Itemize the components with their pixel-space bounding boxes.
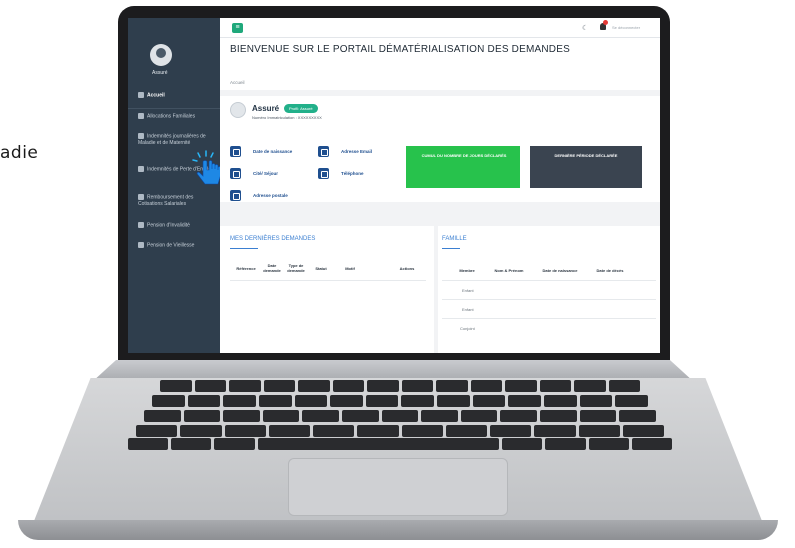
sidebar: Assuré Accueil Allocations Familiales In… xyxy=(128,18,222,353)
table-divider xyxy=(442,280,656,281)
table-divider xyxy=(230,280,426,281)
sidebar-item-label: Remboursement des Cotisations Salariales xyxy=(138,194,194,208)
stat-card-period-label: DERNIÈRE PÉRIODE DÉCLARÉE xyxy=(554,153,618,158)
phone-field: Téléphone xyxy=(341,171,364,176)
home-icon xyxy=(138,92,144,98)
famille-underline xyxy=(442,248,460,249)
trackpad xyxy=(288,458,508,516)
sidebar-item-allocations[interactable]: Allocations Familiales xyxy=(138,113,218,120)
sidebar-item-label: Pension d'Invalidité xyxy=(147,222,190,229)
column-header[interactable]: Nom & Prénom xyxy=(490,268,528,273)
postal-address-field: Adresse postale xyxy=(253,193,288,198)
demandes-card xyxy=(220,226,434,353)
column-header[interactable]: Type de demande xyxy=(284,263,308,273)
screen: Assuré Accueil Allocations Familiales In… xyxy=(128,18,660,353)
sidebar-item-remboursement[interactable]: Remboursement des Cotisations Salariales xyxy=(138,194,218,208)
column-header[interactable]: Date de naissance xyxy=(536,268,584,273)
column-header[interactable]: Date demande xyxy=(262,263,282,273)
profile-name: Assuré xyxy=(252,104,280,113)
sidebar-item-indemnites-maladie[interactable]: Indemnités journalières de Maladie et de… xyxy=(138,133,218,147)
famille-title: FAMILLE xyxy=(442,236,467,242)
sidebar-item-label: Indemnités journalières de Maladie et de… xyxy=(138,133,206,147)
calendar-icon xyxy=(230,146,241,157)
profile-avatar xyxy=(230,102,246,118)
immatriculation-number: Numéro Immatriculation : XXXXXXXXX xyxy=(252,115,322,120)
column-header[interactable]: Date de décès xyxy=(592,268,628,273)
globe-icon xyxy=(318,146,329,157)
table-cell: Enfant xyxy=(462,288,474,293)
moon-icon[interactable]: ☾ xyxy=(582,24,588,32)
key-row-5 xyxy=(128,438,673,450)
outside-caption: adie xyxy=(0,143,39,163)
sidebar-item-label: Allocations Familiales xyxy=(147,113,196,120)
page-title: BIENVENUE SUR LE PORTAIL DÉMATÉRIALISATI… xyxy=(230,44,570,55)
phone-icon xyxy=(318,168,329,179)
column-header[interactable]: Motif xyxy=(338,266,362,271)
email-field: Adresse Email xyxy=(341,149,373,154)
sidebar-item-label: Accueil xyxy=(147,92,165,99)
sidebar-item-label: Pension de Vieillesse xyxy=(147,242,195,249)
key-row-4 xyxy=(136,425,664,437)
home-icon xyxy=(230,190,241,201)
table-divider xyxy=(442,318,656,319)
id-card-icon xyxy=(230,168,241,179)
person-icon xyxy=(138,166,144,172)
breadcrumb[interactable]: Accueil xyxy=(230,80,245,85)
notification-badge xyxy=(603,20,608,25)
users-icon xyxy=(138,113,144,119)
stage: adie Assuré Accueil Allocations Familial… xyxy=(0,0,795,548)
stat-card-days-label: CUMUL DU NOMBRE DE JOURS DÉCLARÉS xyxy=(421,153,507,158)
profile-badge: Profil: Assuré xyxy=(284,104,318,113)
topbar: ≡ ☾ Se déconnecter xyxy=(220,18,660,38)
sidebar-divider xyxy=(128,108,220,109)
column-header[interactable]: Actions xyxy=(392,266,422,271)
sidebar-item-vieillesse[interactable]: Pension de Vieillesse xyxy=(138,242,218,249)
key-row-3 xyxy=(144,410,656,422)
sidebar-item-accueil[interactable]: Accueil xyxy=(138,92,218,99)
demandes-title: MES DERNIÈRES DEMANDES xyxy=(230,236,316,242)
logout-link[interactable]: Se déconnecter xyxy=(612,25,640,30)
birthdate-field: Date de naissance xyxy=(253,149,293,154)
column-header[interactable]: Référence xyxy=(232,266,260,271)
table-cell: Enfant xyxy=(462,307,474,312)
sidebar-item-invalidite[interactable]: Pension d'Invalidité xyxy=(138,222,218,229)
avatar[interactable] xyxy=(150,44,172,66)
column-header[interactable]: Membre xyxy=(454,268,480,273)
keyboard xyxy=(128,380,673,450)
column-header[interactable]: Statut xyxy=(310,266,332,271)
table-cell: Conjoint xyxy=(460,326,475,331)
refund-icon xyxy=(138,194,144,200)
menu-icon[interactable]: ≡ xyxy=(232,23,243,33)
laptop-front-edge xyxy=(18,520,778,540)
key-row-2 xyxy=(152,395,648,407)
key-row-1 xyxy=(160,380,640,392)
grid-icon xyxy=(138,242,144,248)
demandes-underline xyxy=(230,248,258,249)
accessibility-icon xyxy=(138,222,144,228)
table-divider xyxy=(442,299,656,300)
document-icon xyxy=(138,133,144,139)
sidebar-username: Assuré xyxy=(152,70,168,76)
residence-field: Cité/ Séjour xyxy=(253,171,279,176)
